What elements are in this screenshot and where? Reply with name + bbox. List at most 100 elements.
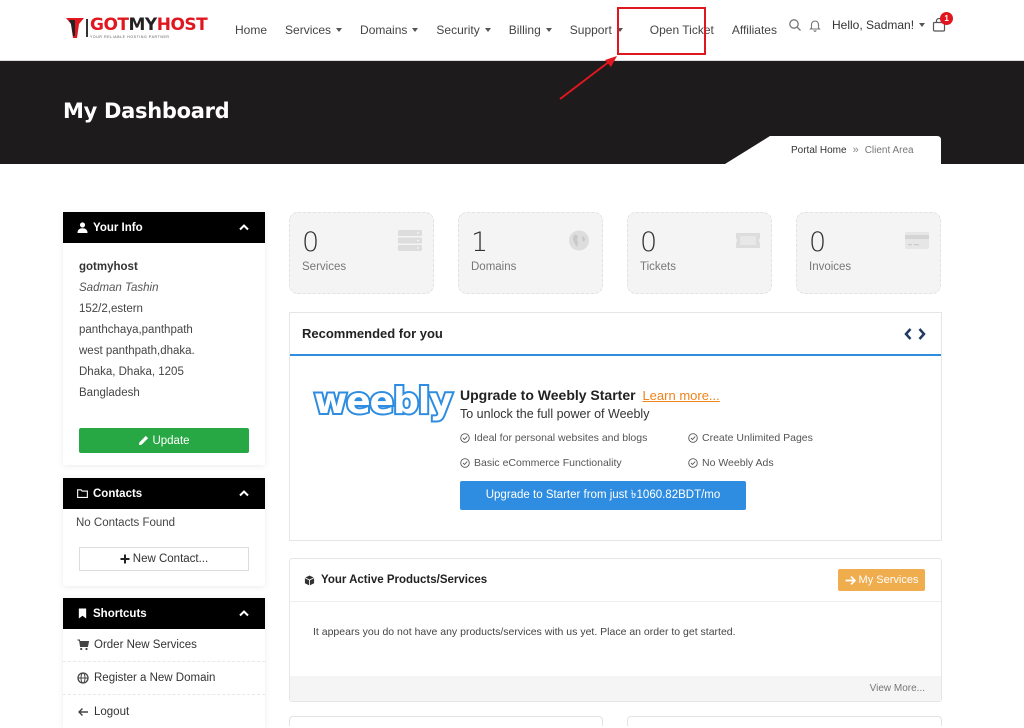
chevron-left-icon[interactable] <box>903 327 913 341</box>
shortcuts-title: Shortcuts <box>93 607 147 620</box>
logo-tagline: YOUR RELIABLE HOSTING PARTNER <box>90 35 170 39</box>
upgrade-headline-text: Upgrade to Weebly Starter <box>460 387 636 403</box>
active-products-panel: Your Active Products/Services My Service… <box>289 558 942 702</box>
address-line: 152/2,estern <box>79 303 143 315</box>
cart-button[interactable]: 1 <box>932 12 954 32</box>
page-title: My Dashboard <box>63 99 230 123</box>
bell-icon[interactable] <box>808 18 822 32</box>
learn-more-link[interactable]: Learn more... <box>642 388 719 403</box>
stat-value: 0 <box>640 227 658 258</box>
nav-services[interactable]: Services <box>276 0 351 60</box>
active-products-title: Your Active Products/Services <box>321 574 488 586</box>
logo-wordmark: GOTMYHOST <box>90 15 208 35</box>
plus-icon <box>120 554 130 564</box>
nav-affiliates-label: Affiliates <box>731 23 777 37</box>
chevron-up-icon[interactable] <box>239 609 249 617</box>
stat-label: Services <box>302 261 347 273</box>
address-country: Bangladesh <box>79 387 140 399</box>
server-icon <box>398 230 422 251</box>
logo-text-got: GOT <box>90 15 129 35</box>
folder-icon <box>77 489 88 498</box>
nav-home[interactable]: Home <box>226 0 276 60</box>
breadcrumb: Portal Home » Client Area <box>791 144 914 156</box>
nav-services-label: Services <box>285 23 332 37</box>
globe-icon <box>569 230 589 251</box>
check-circle-icon <box>688 433 698 443</box>
address-line: west panthpath,dhaka. <box>79 345 195 357</box>
address-line: Dhaka, Dhaka, 1205 <box>79 366 184 378</box>
nav-domains-label: Domains <box>360 23 408 37</box>
caret-down-icon <box>545 28 552 32</box>
carousel-nav <box>903 327 927 341</box>
stat-value: 0 <box>302 227 320 258</box>
feature-item: Basic eCommerce Functionality <box>460 457 622 469</box>
feature-item: Create Unlimited Pages <box>688 432 813 444</box>
nav-billing-label: Billing <box>508 23 541 37</box>
globe-icon <box>77 672 89 684</box>
nav-billing[interactable]: Billing <box>500 0 561 60</box>
upgrade-starter-button[interactable]: Upgrade to Starter from just ৳1060.82BDT… <box>460 481 746 510</box>
nav-support-label: Support <box>569 23 612 37</box>
stat-label: Tickets <box>640 261 676 273</box>
my-services-button[interactable]: My Services <box>838 569 925 591</box>
user-menu[interactable]: Hello, Sadman! <box>832 18 926 32</box>
nav-security[interactable]: Security <box>427 0 499 60</box>
stat-tile-tickets[interactable]: 0 Tickets <box>627 212 772 294</box>
check-circle-icon <box>688 458 698 468</box>
weebly-logo: weebly <box>312 379 455 424</box>
client-name: Sadman Tashin <box>79 282 159 294</box>
update-button[interactable]: Update <box>79 428 249 453</box>
client-company: gotmyhost <box>79 261 138 273</box>
stat-value: 1 <box>471 227 489 258</box>
caret-down-icon <box>412 28 419 32</box>
your-info-panel: Your Info gotmyhost Sadman Tashin 152/2,… <box>63 212 265 465</box>
feature-text: No Weebly Ads <box>702 457 774 469</box>
stat-value: 0 <box>809 227 827 258</box>
active-products-empty-text: It appears you do not have any products/… <box>313 626 736 638</box>
search-icon[interactable] <box>788 18 802 32</box>
chevron-right-icon[interactable] <box>917 327 927 341</box>
stat-tile-services[interactable]: 0 Services <box>289 212 434 294</box>
nav-affiliates[interactable]: Affiliates <box>723 0 786 60</box>
shortcut-register-domain[interactable]: Register a New Domain <box>63 662 265 695</box>
credit-card-icon <box>905 232 929 249</box>
bookmark-icon <box>78 608 87 619</box>
update-label: Update <box>152 434 190 447</box>
shortcut-order-new-services[interactable]: Order New Services <box>63 629 265 662</box>
stat-label: Domains <box>471 261 517 273</box>
cube-icon <box>304 574 315 586</box>
upgrade-headline: Upgrade to Weebly Starter Learn more... <box>460 387 720 403</box>
caret-down-icon <box>484 28 491 32</box>
feature-item: Ideal for personal websites and blogs <box>460 432 647 444</box>
feature-item: No Weebly Ads <box>688 457 774 469</box>
nav-security-label: Security <box>436 23 480 37</box>
caret-down-icon <box>336 28 343 32</box>
contacts-title: Contacts <box>93 487 143 500</box>
recommended-title: Recommended for you <box>302 326 443 341</box>
breadcrumb-separator: » <box>852 144 859 156</box>
caret-down-icon <box>919 23 926 27</box>
breadcrumb-portal-home[interactable]: Portal Home <box>791 145 847 156</box>
open-ticket-highlight-box <box>617 7 706 55</box>
stat-tile-domains[interactable]: 1 Domains <box>458 212 603 294</box>
nav-domains[interactable]: Domains <box>351 0 427 60</box>
logo-text-host: HOST <box>156 15 208 35</box>
stat-tile-invoices[interactable]: 0 Invoices <box>796 212 941 294</box>
view-more-link[interactable]: View More... <box>870 683 925 694</box>
panel-stub-right <box>627 716 942 726</box>
your-info-header[interactable]: Your Info <box>63 212 265 243</box>
shortcut-logout[interactable]: Logout <box>63 695 265 728</box>
shortcuts-header[interactable]: Shortcuts <box>63 598 265 629</box>
your-info-body: gotmyhost Sadman Tashin 152/2,estern pan… <box>63 243 265 414</box>
contacts-header[interactable]: Contacts <box>63 478 265 509</box>
brand-logo[interactable]: GOTMYHOST YOUR RELIABLE HOSTING PARTNER <box>66 15 208 41</box>
chevron-up-icon[interactable] <box>239 223 249 231</box>
new-contact-button[interactable]: New Contact... <box>79 547 249 571</box>
check-circle-icon <box>460 433 470 443</box>
contacts-panel: Contacts No Contacts Found New Contact..… <box>63 478 265 586</box>
active-products-header: Your Active Products/Services My Service… <box>290 559 941 602</box>
chevron-up-icon[interactable] <box>239 489 249 497</box>
stat-label: Invoices <box>809 261 852 273</box>
breadcrumb-current: Client Area <box>864 144 914 156</box>
feature-text: Basic eCommerce Functionality <box>474 457 622 469</box>
